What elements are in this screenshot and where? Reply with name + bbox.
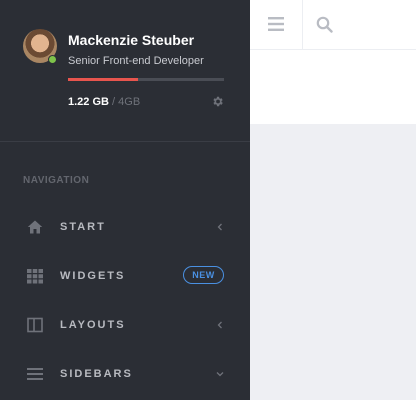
gear-icon[interactable]	[211, 95, 224, 108]
sidebar-item-layouts[interactable]: LAYOUTS	[0, 307, 250, 343]
new-badge: NEW	[183, 266, 224, 284]
home-icon	[27, 220, 43, 234]
storage-separator: /	[112, 96, 116, 108]
search-icon[interactable]	[316, 16, 333, 33]
user-role: Senior Front-end Developer	[68, 55, 204, 67]
storage-total: 4GB	[118, 96, 141, 108]
header	[250, 0, 416, 124]
sidebar-item-widgets[interactable]: WIDGETS NEW	[0, 258, 250, 294]
chevron-left-icon	[217, 321, 222, 329]
sidebar-item-label: START	[60, 221, 106, 233]
storage-progress-fill	[68, 78, 139, 81]
sidebar-item-label: LAYOUTS	[60, 319, 126, 331]
storage-usage: 1.22 GB / 4GB	[68, 96, 140, 108]
grid-icon	[27, 269, 43, 284]
navigation-heading: NAVIGATION	[23, 175, 90, 186]
sidebar: Mackenzie Steuber Senior Front-end Devel…	[0, 0, 250, 400]
chevron-down-icon	[216, 372, 224, 377]
sidebar-item-label: SIDEBARS	[60, 368, 133, 380]
user-profile: Mackenzie Steuber Senior Front-end Devel…	[0, 0, 250, 142]
sidebar-item-start[interactable]: START	[0, 209, 250, 245]
layout-columns-icon	[27, 317, 43, 333]
storage-used: 1.22 GB	[68, 96, 109, 108]
list-icon	[27, 368, 43, 380]
user-name[interactable]: Mackenzie Steuber	[68, 32, 194, 48]
online-status-indicator	[48, 55, 57, 64]
hamburger-icon[interactable]	[268, 17, 284, 31]
storage-progress-bar	[68, 78, 224, 81]
top-toolbar	[250, 0, 416, 50]
sidebar-item-label: WIDGETS	[60, 270, 126, 282]
chevron-left-icon	[217, 223, 222, 231]
sidebar-item-sidebars[interactable]: SIDEBARS	[0, 356, 250, 392]
toolbar-divider	[302, 0, 303, 50]
